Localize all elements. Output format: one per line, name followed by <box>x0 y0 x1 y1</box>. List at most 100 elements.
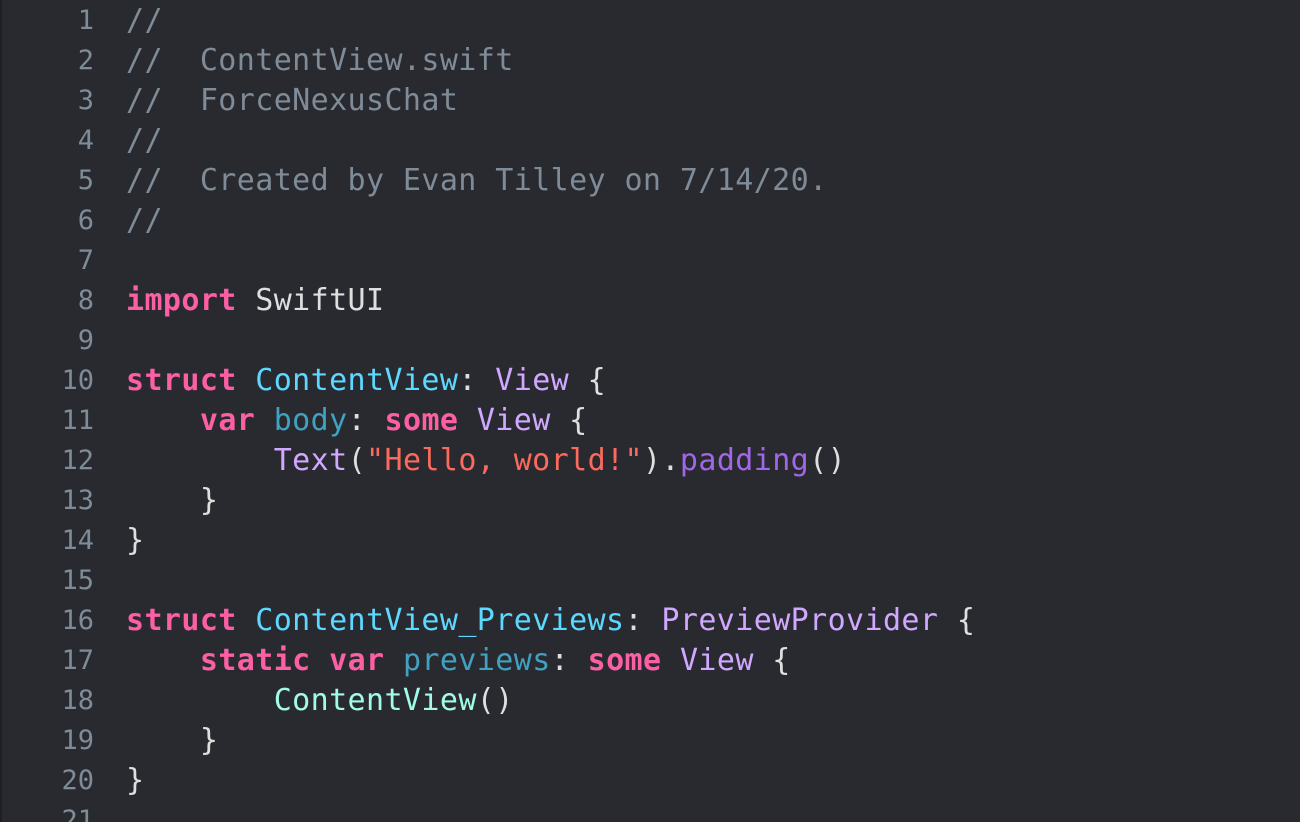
code-line[interactable]: 6 // <box>2 200 1300 240</box>
code-line[interactable]: 16 struct ContentView_Previews: PreviewPr… <box>2 600 1300 640</box>
code-text: var body: some View { <box>126 400 588 440</box>
code-line[interactable]: 4 // <box>2 120 1300 160</box>
code-token: struct <box>126 362 237 398</box>
line-number: 15 <box>61 564 94 596</box>
code-line[interactable]: 1 // <box>2 0 1300 40</box>
code-text: } <box>126 720 218 760</box>
code-token: : <box>347 402 385 438</box>
code-token: } <box>126 762 145 798</box>
code-token: import <box>126 282 237 318</box>
code-token: { <box>938 602 976 638</box>
line-number: 2 <box>77 44 94 76</box>
code-line[interactable]: 12 Text("Hello, world!"). padding() <box>2 440 1300 480</box>
code-text: ContentView() <box>126 680 514 720</box>
code-line[interactable]: 19 } <box>2 720 1300 760</box>
code-line[interactable]: 14} <box>2 520 1300 560</box>
code-token: } <box>126 722 219 758</box>
code-token: : <box>624 602 662 638</box>
code-token: // <box>126 122 163 158</box>
code-text: Text("Hello, world!"). padding() <box>126 440 846 480</box>
code-line[interactable]: 11 var body: some View { <box>2 400 1300 440</box>
code-token: { <box>753 642 791 678</box>
line-number: 9 <box>77 324 94 356</box>
code-text: // ContentView.swift <box>126 40 514 80</box>
code-token: ContentView <box>255 362 459 398</box>
code-token: struct <box>126 602 237 638</box>
code-token: var <box>199 402 256 438</box>
code-token: // Created by Evan Tilley on 7/14/20. <box>126 162 828 198</box>
code-token: View <box>476 402 551 438</box>
code-token: SwiftUI <box>236 282 385 318</box>
code-text: struct ContentView_Previews: PreviewProv… <box>126 600 975 640</box>
code-line[interactable]: 7 <box>2 240 1300 280</box>
code-token: PreviewProvider <box>661 602 939 638</box>
code-token: () <box>476 682 514 718</box>
code-token: previews <box>402 642 551 678</box>
code-token: } <box>126 522 145 558</box>
code-token: var <box>329 642 385 678</box>
code-token: body <box>273 402 348 438</box>
code-line[interactable]: 10 struct ContentView: View { <box>2 360 1300 400</box>
code-token: // ForceNexusChat <box>126 82 459 118</box>
line-number: 17 <box>61 644 94 676</box>
line-number: 11 <box>61 404 94 436</box>
code-editor[interactable]: 1 // 2 // ContentView.swift 3 // ForceNexusCh… <box>0 0 1300 822</box>
code-token: ContentView_Previews <box>255 602 625 638</box>
line-number: 4 <box>77 124 94 156</box>
code-line[interactable]: 21 <box>2 800 1300 822</box>
line-number: 19 <box>61 724 94 756</box>
code-line[interactable]: 17 static var previews: some View { <box>2 640 1300 680</box>
line-number: 12 <box>61 444 94 476</box>
code-line[interactable]: 8 import SwiftUI <box>2 280 1300 320</box>
line-number: 18 <box>61 684 94 716</box>
code-token: View <box>679 642 754 678</box>
code-token: ). <box>642 442 680 478</box>
code-line[interactable]: 9 <box>2 320 1300 360</box>
line-number: 3 <box>77 84 94 116</box>
code-text: } <box>126 480 218 520</box>
code-token: Text <box>273 442 348 478</box>
code-line[interactable]: 13 } <box>2 480 1300 520</box>
code-token: some <box>384 402 459 438</box>
code-token: "Hello, world!" <box>366 442 643 478</box>
line-number: 10 <box>61 364 94 396</box>
code-line[interactable]: 15 <box>2 560 1300 600</box>
code-token: static <box>199 642 311 678</box>
line-number: 20 <box>61 764 94 796</box>
code-token: // <box>126 2 163 38</box>
code-token: { <box>550 402 588 438</box>
code-token: () <box>809 442 847 478</box>
code-line[interactable]: 5 // Created by Evan Tilley on 7/14/20. <box>2 160 1300 200</box>
code-token: // <box>126 202 163 238</box>
code-text: // <box>126 120 163 160</box>
code-text: // ForceNexusChat <box>126 80 458 120</box>
code-text: struct ContentView: View { <box>126 360 606 400</box>
code-token: ( <box>347 442 367 478</box>
code-token: some <box>587 642 662 678</box>
code-line[interactable]: 20} <box>2 760 1300 800</box>
code-token: // ContentView.swift <box>126 42 514 78</box>
code-line[interactable]: 18 ContentView() <box>2 680 1300 720</box>
code-line[interactable]: 2 // ContentView.swift <box>2 40 1300 80</box>
code-text: static var previews: some View { <box>126 640 791 680</box>
line-number: 1 <box>77 4 94 36</box>
code-token: padding <box>679 442 810 478</box>
code-text: // Created by Evan Tilley on 7/14/20. <box>126 160 828 200</box>
line-number: 8 <box>77 284 94 316</box>
code-token: : <box>550 642 588 678</box>
code-line[interactable]: 3 // ForceNexusChat <box>2 80 1300 120</box>
code-text: } <box>126 520 144 560</box>
line-number: 7 <box>77 244 94 276</box>
code-token: View <box>495 362 570 398</box>
code-token: ContentView <box>273 682 477 718</box>
